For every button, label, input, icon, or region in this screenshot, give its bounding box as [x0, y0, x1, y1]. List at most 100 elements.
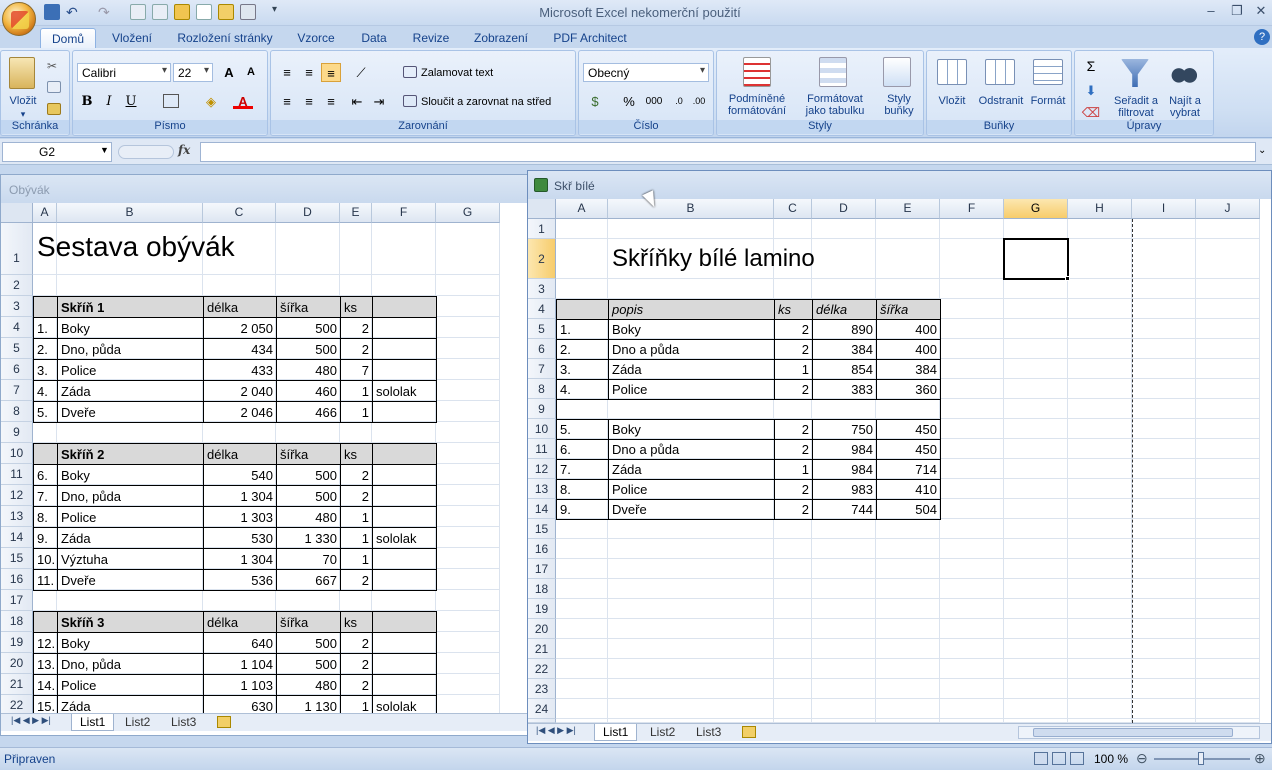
grid-cell[interactable]	[436, 569, 500, 590]
table-cell[interactable]: 504	[876, 499, 941, 520]
column-header-a[interactable]: A	[556, 199, 608, 219]
grid-cell[interactable]	[1132, 419, 1196, 439]
grid-cell[interactable]	[774, 279, 812, 299]
table-cell[interactable]: 500	[276, 338, 341, 360]
grid-cell[interactable]	[940, 279, 1004, 299]
grid-cell[interactable]	[1196, 539, 1260, 559]
column-header-g[interactable]: G	[1004, 199, 1068, 219]
grid-cell[interactable]	[1004, 579, 1068, 599]
formula-input[interactable]	[200, 142, 1256, 162]
grid-cell[interactable]	[1196, 399, 1260, 419]
redo-icon[interactable]: ↷	[98, 4, 114, 20]
grid-cell[interactable]	[940, 379, 1004, 399]
table-cell[interactable]: 450	[876, 439, 941, 460]
row-header-16[interactable]: 16	[528, 539, 556, 559]
grid-cell[interactable]	[608, 619, 774, 639]
merge-center-button[interactable]: Sloučit a zarovnat na střed	[421, 96, 551, 108]
grid-cell[interactable]	[340, 422, 372, 443]
row-header-4[interactable]: 4	[1, 317, 33, 338]
column-header-h[interactable]: H	[1068, 199, 1132, 219]
column-header-b[interactable]: B	[608, 199, 774, 219]
row-header-5[interactable]: 5	[528, 319, 556, 339]
table-cell[interactable]: Boky	[57, 464, 204, 486]
sheet-tab-list3-right[interactable]: List3	[688, 724, 729, 741]
column-header-a[interactable]: A	[33, 203, 57, 223]
grid-cell[interactable]	[1196, 339, 1260, 359]
column-label[interactable]: délka	[203, 611, 277, 633]
grid-cell[interactable]	[436, 296, 500, 317]
table-cell[interactable]	[372, 569, 437, 591]
workbook-window-obyvak[interactable]: Obývák A B C D E F G 1 2 3 4 5 6 7 8 9 10 11 12 13 14 15 16 17 1…	[0, 174, 530, 736]
row-header-3[interactable]: 3	[528, 279, 556, 299]
table-cell[interactable]: 6.	[556, 439, 609, 460]
grid-cell[interactable]	[436, 506, 500, 527]
table-cell[interactable]	[372, 464, 437, 486]
table-cell[interactable]: 2	[340, 674, 373, 696]
grid-cell[interactable]	[1068, 359, 1132, 379]
normal-view-icon[interactable]	[1034, 752, 1048, 765]
help-icon[interactable]: ?	[1254, 29, 1270, 45]
grid-cell[interactable]	[556, 699, 608, 719]
workbook-window-skr-bile[interactable]: Skř bílé A B C D E F G H I J 1 2 3 4 5 6 7 8 9 10 11 12 13 14 15…	[527, 170, 1272, 744]
insert-cells-button[interactable]: Vložit	[929, 95, 975, 107]
table-cell[interactable]: 10.	[33, 548, 58, 570]
grid-cell[interactable]	[57, 275, 203, 296]
orientation-icon[interactable]: ⟋	[351, 63, 371, 82]
grid-cell[interactable]	[608, 679, 774, 699]
grid-cell[interactable]	[1132, 459, 1196, 479]
grid-cell[interactable]	[1196, 659, 1260, 679]
underline-button[interactable]: U	[121, 92, 141, 111]
row-header-9[interactable]: 9	[528, 399, 556, 419]
column-label[interactable]: ks	[340, 443, 373, 465]
grid-cell[interactable]	[608, 579, 774, 599]
grid-cell[interactable]	[1004, 299, 1068, 319]
grid-cell[interactable]	[556, 539, 608, 559]
grid-cell[interactable]	[812, 279, 876, 299]
grid-cell[interactable]	[940, 579, 1004, 599]
table-cell[interactable]: 500	[276, 485, 341, 507]
grid-cell[interactable]	[1004, 279, 1068, 299]
grid-cell[interactable]	[1004, 639, 1068, 659]
grid-cell[interactable]	[774, 559, 812, 579]
grid-cell[interactable]	[436, 338, 500, 359]
open-folder-icon[interactable]	[218, 4, 234, 20]
grid-cell[interactable]	[1196, 299, 1260, 319]
grid-cell[interactable]	[1004, 479, 1068, 499]
row-header-3[interactable]: 3	[1, 296, 33, 317]
name-box-dropdown-icon[interactable]: ▼	[100, 145, 109, 155]
table-cell[interactable]: 450	[876, 419, 941, 440]
table-cell[interactable]: 7.	[33, 485, 58, 507]
row-header-23[interactable]: 23	[528, 679, 556, 699]
table-cell[interactable]: 500	[276, 317, 341, 339]
fill-icon[interactable]: ⬇	[1081, 81, 1101, 100]
grid-cell[interactable]	[876, 559, 940, 579]
row-header-7[interactable]: 7	[528, 359, 556, 379]
table-cell[interactable]: sololak	[372, 380, 437, 402]
column-header-b[interactable]: B	[57, 203, 203, 223]
column-header-e[interactable]: E	[340, 203, 372, 223]
increase-indent-icon[interactable]: ⇥	[369, 92, 389, 111]
grid-cell[interactable]	[812, 219, 876, 239]
grid-cell[interactable]	[812, 619, 876, 639]
grid-cell[interactable]	[1196, 599, 1260, 619]
grid-cell[interactable]	[1004, 219, 1068, 239]
grid-cell[interactable]	[436, 611, 500, 632]
table-cell[interactable]: Police	[608, 479, 775, 500]
new-sheet-icon[interactable]	[217, 716, 231, 728]
print-preview-icon[interactable]	[130, 4, 146, 20]
grid-cell[interactable]	[1196, 559, 1260, 579]
row-header-10[interactable]: 10	[528, 419, 556, 439]
grid-cell[interactable]	[436, 401, 500, 422]
grid-cell[interactable]	[1132, 579, 1196, 599]
copy-icon[interactable]	[47, 81, 61, 93]
row-header-17[interactable]: 17	[528, 559, 556, 579]
table-cell[interactable]: 854	[812, 359, 877, 380]
row-header-2[interactable]: 2	[528, 239, 556, 279]
format-cells-button[interactable]: Formát	[1025, 95, 1071, 107]
table-cell[interactable]: 983	[812, 479, 877, 500]
table-cell[interactable]: Dno, půda	[57, 485, 204, 507]
bold-button[interactable]: B	[77, 92, 97, 111]
insert-function-button[interactable]: fx	[178, 143, 190, 157]
sheet-tab-list1-right[interactable]: List1	[594, 724, 638, 741]
grid-cell[interactable]	[1004, 379, 1068, 399]
